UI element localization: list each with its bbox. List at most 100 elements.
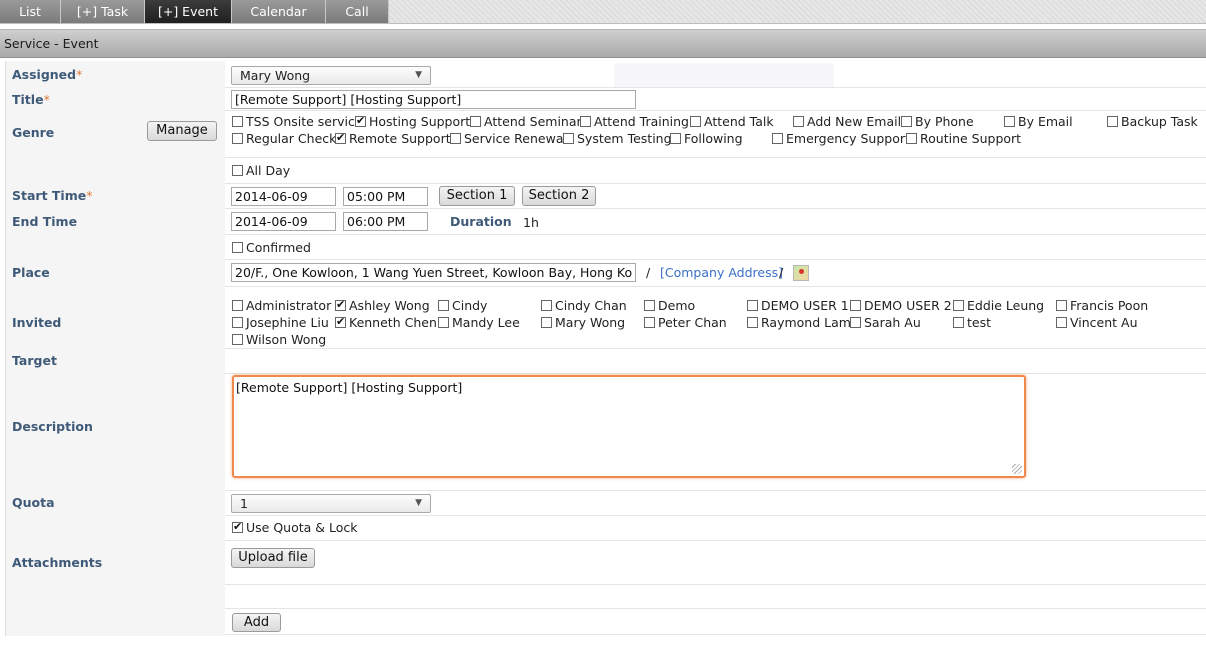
quota-select[interactable]: 1 ▼ [231, 494, 431, 513]
title-input[interactable] [231, 90, 636, 109]
row-divider [225, 110, 1206, 111]
invited-option[interactable]: Cindy [438, 298, 487, 313]
invited-option[interactable]: Ashley Wong [335, 297, 430, 313]
invited-option[interactable]: Josephine Liu [232, 315, 329, 330]
upload-file-button[interactable]: Upload file [231, 548, 315, 568]
start-time-label: Start Time* [12, 188, 93, 203]
genre-option[interactable]: Add New Email [793, 114, 901, 129]
checkbox-icon [690, 116, 701, 127]
invited-option[interactable]: Peter Chan [644, 315, 727, 330]
description-text: [Remote Support] [Hosting Support] [236, 380, 463, 395]
invited-option[interactable]: Kenneth Chen [335, 314, 437, 330]
row-divider [225, 87, 1206, 88]
start-time-input[interactable] [343, 187, 428, 206]
invited-option[interactable]: Sarah Au [850, 315, 921, 330]
row-divider [225, 540, 1206, 541]
checkbox-icon [953, 317, 964, 328]
checkbox-icon [670, 133, 681, 144]
quota-label: Quota [12, 495, 55, 510]
invited-option[interactable]: Cindy Chan [541, 298, 627, 313]
invited-option[interactable]: Mary Wong [541, 315, 625, 330]
all-day-checkbox[interactable]: All Day [232, 163, 290, 178]
invited-option[interactable]: Francis Poon [1056, 298, 1148, 313]
invited-option[interactable]: DEMO USER 2 [850, 298, 952, 313]
invited-option[interactable]: Vincent Au [1056, 315, 1138, 330]
checkbox-icon [580, 116, 591, 127]
assigned-label: Assigned* [12, 67, 83, 82]
end-date-input[interactable] [231, 212, 336, 231]
invited-option[interactable]: DEMO USER 1 [747, 298, 849, 313]
tab-call[interactable]: Call [326, 0, 389, 23]
invited-label: Invited [12, 315, 62, 330]
checkbox-icon [1004, 116, 1015, 127]
genre-option[interactable]: Following [670, 131, 743, 146]
genre-option[interactable]: Service Renewal [450, 131, 567, 146]
invited-option[interactable]: Raymond Lam [747, 315, 851, 330]
checkbox-icon [747, 300, 758, 311]
genre-option[interactable]: Emergency Support [772, 131, 910, 146]
place-separator: / [779, 265, 784, 280]
checkbox-icon [772, 133, 783, 144]
end-time-input[interactable] [343, 212, 428, 231]
genre-option[interactable]: By Phone [901, 114, 974, 129]
genre-option[interactable]: Backup Task [1107, 114, 1198, 129]
genre-option[interactable]: Attend Talk [690, 114, 774, 129]
checkbox-icon [1056, 317, 1067, 328]
genre-option[interactable]: System Testing [563, 131, 672, 146]
row-divider [225, 584, 1206, 585]
section-header: Service - Event [0, 29, 1206, 58]
start-date-input[interactable] [231, 187, 336, 206]
target-label: Target [12, 353, 57, 368]
invited-option[interactable]: Wilson Wong [232, 332, 326, 347]
genre-option[interactable]: TSS Onsite service [232, 114, 363, 129]
tab-new-event[interactable]: [+] Event [145, 0, 232, 23]
tab-list[interactable]: List [0, 0, 61, 23]
invited-option[interactable]: Administrator [232, 298, 331, 313]
checkbox-icon [1056, 300, 1067, 311]
checkbox-icon [793, 116, 804, 127]
checkbox-icon [541, 317, 552, 328]
description-textarea[interactable]: [Remote Support] [Hosting Support] [232, 375, 1026, 478]
checkbox-icon [747, 317, 758, 328]
tab-new-task[interactable]: [+] Task [61, 0, 145, 23]
invited-option[interactable]: Demo [644, 298, 695, 313]
manage-genre-button[interactable]: Manage [147, 121, 217, 141]
invited-option[interactable]: Eddie Leung [953, 298, 1044, 313]
checkbox-icon [906, 133, 917, 144]
row-divider [225, 183, 1206, 184]
section-1-button[interactable]: Section 1 [439, 186, 515, 206]
duration-value: 1h [523, 215, 539, 230]
invited-option[interactable]: Mandy Lee [438, 315, 520, 330]
place-label: Place [12, 265, 50, 280]
section-2-button[interactable]: Section 2 [522, 186, 596, 206]
checkbox-icon [232, 165, 243, 176]
map-icon[interactable] [793, 265, 809, 281]
place-input[interactable] [231, 263, 636, 282]
genre-option[interactable]: Remote Support [335, 130, 451, 146]
resize-grip-icon[interactable] [1012, 464, 1022, 474]
genre-option[interactable]: Hosting Support [355, 113, 470, 129]
chevron-down-icon: ▼ [415, 70, 422, 80]
use-quota-lock-checkbox[interactable]: Use Quota & Lock [232, 519, 358, 535]
checkbox-icon [438, 300, 449, 311]
assigned-select[interactable]: Mary Wong ▼ [231, 66, 431, 85]
add-button[interactable]: Add [232, 613, 281, 632]
genre-option[interactable]: Regular Check [232, 131, 336, 146]
tab-bar: List [+] Task [+] Event Calendar Call [0, 0, 1206, 24]
end-time-label: End Time [12, 214, 78, 229]
row-divider [225, 348, 1206, 349]
confirmed-checkbox[interactable]: Confirmed [232, 240, 311, 255]
row-divider [225, 286, 1206, 287]
row-divider [225, 515, 1206, 516]
genre-label: Genre [12, 125, 55, 140]
tab-calendar[interactable]: Calendar [232, 0, 326, 23]
checkbox-icon [450, 133, 461, 144]
genre-option[interactable]: Routine Support [906, 131, 1021, 146]
genre-option[interactable]: Attend Seminar [470, 114, 582, 129]
genre-option[interactable]: Attend Training [580, 114, 689, 129]
genre-option[interactable]: By Email [1004, 114, 1073, 129]
checkbox-icon [232, 317, 243, 328]
company-address-link[interactable]: [Company Address] [660, 265, 783, 280]
checkbox-icon [644, 300, 655, 311]
invited-option[interactable]: test [953, 315, 991, 330]
